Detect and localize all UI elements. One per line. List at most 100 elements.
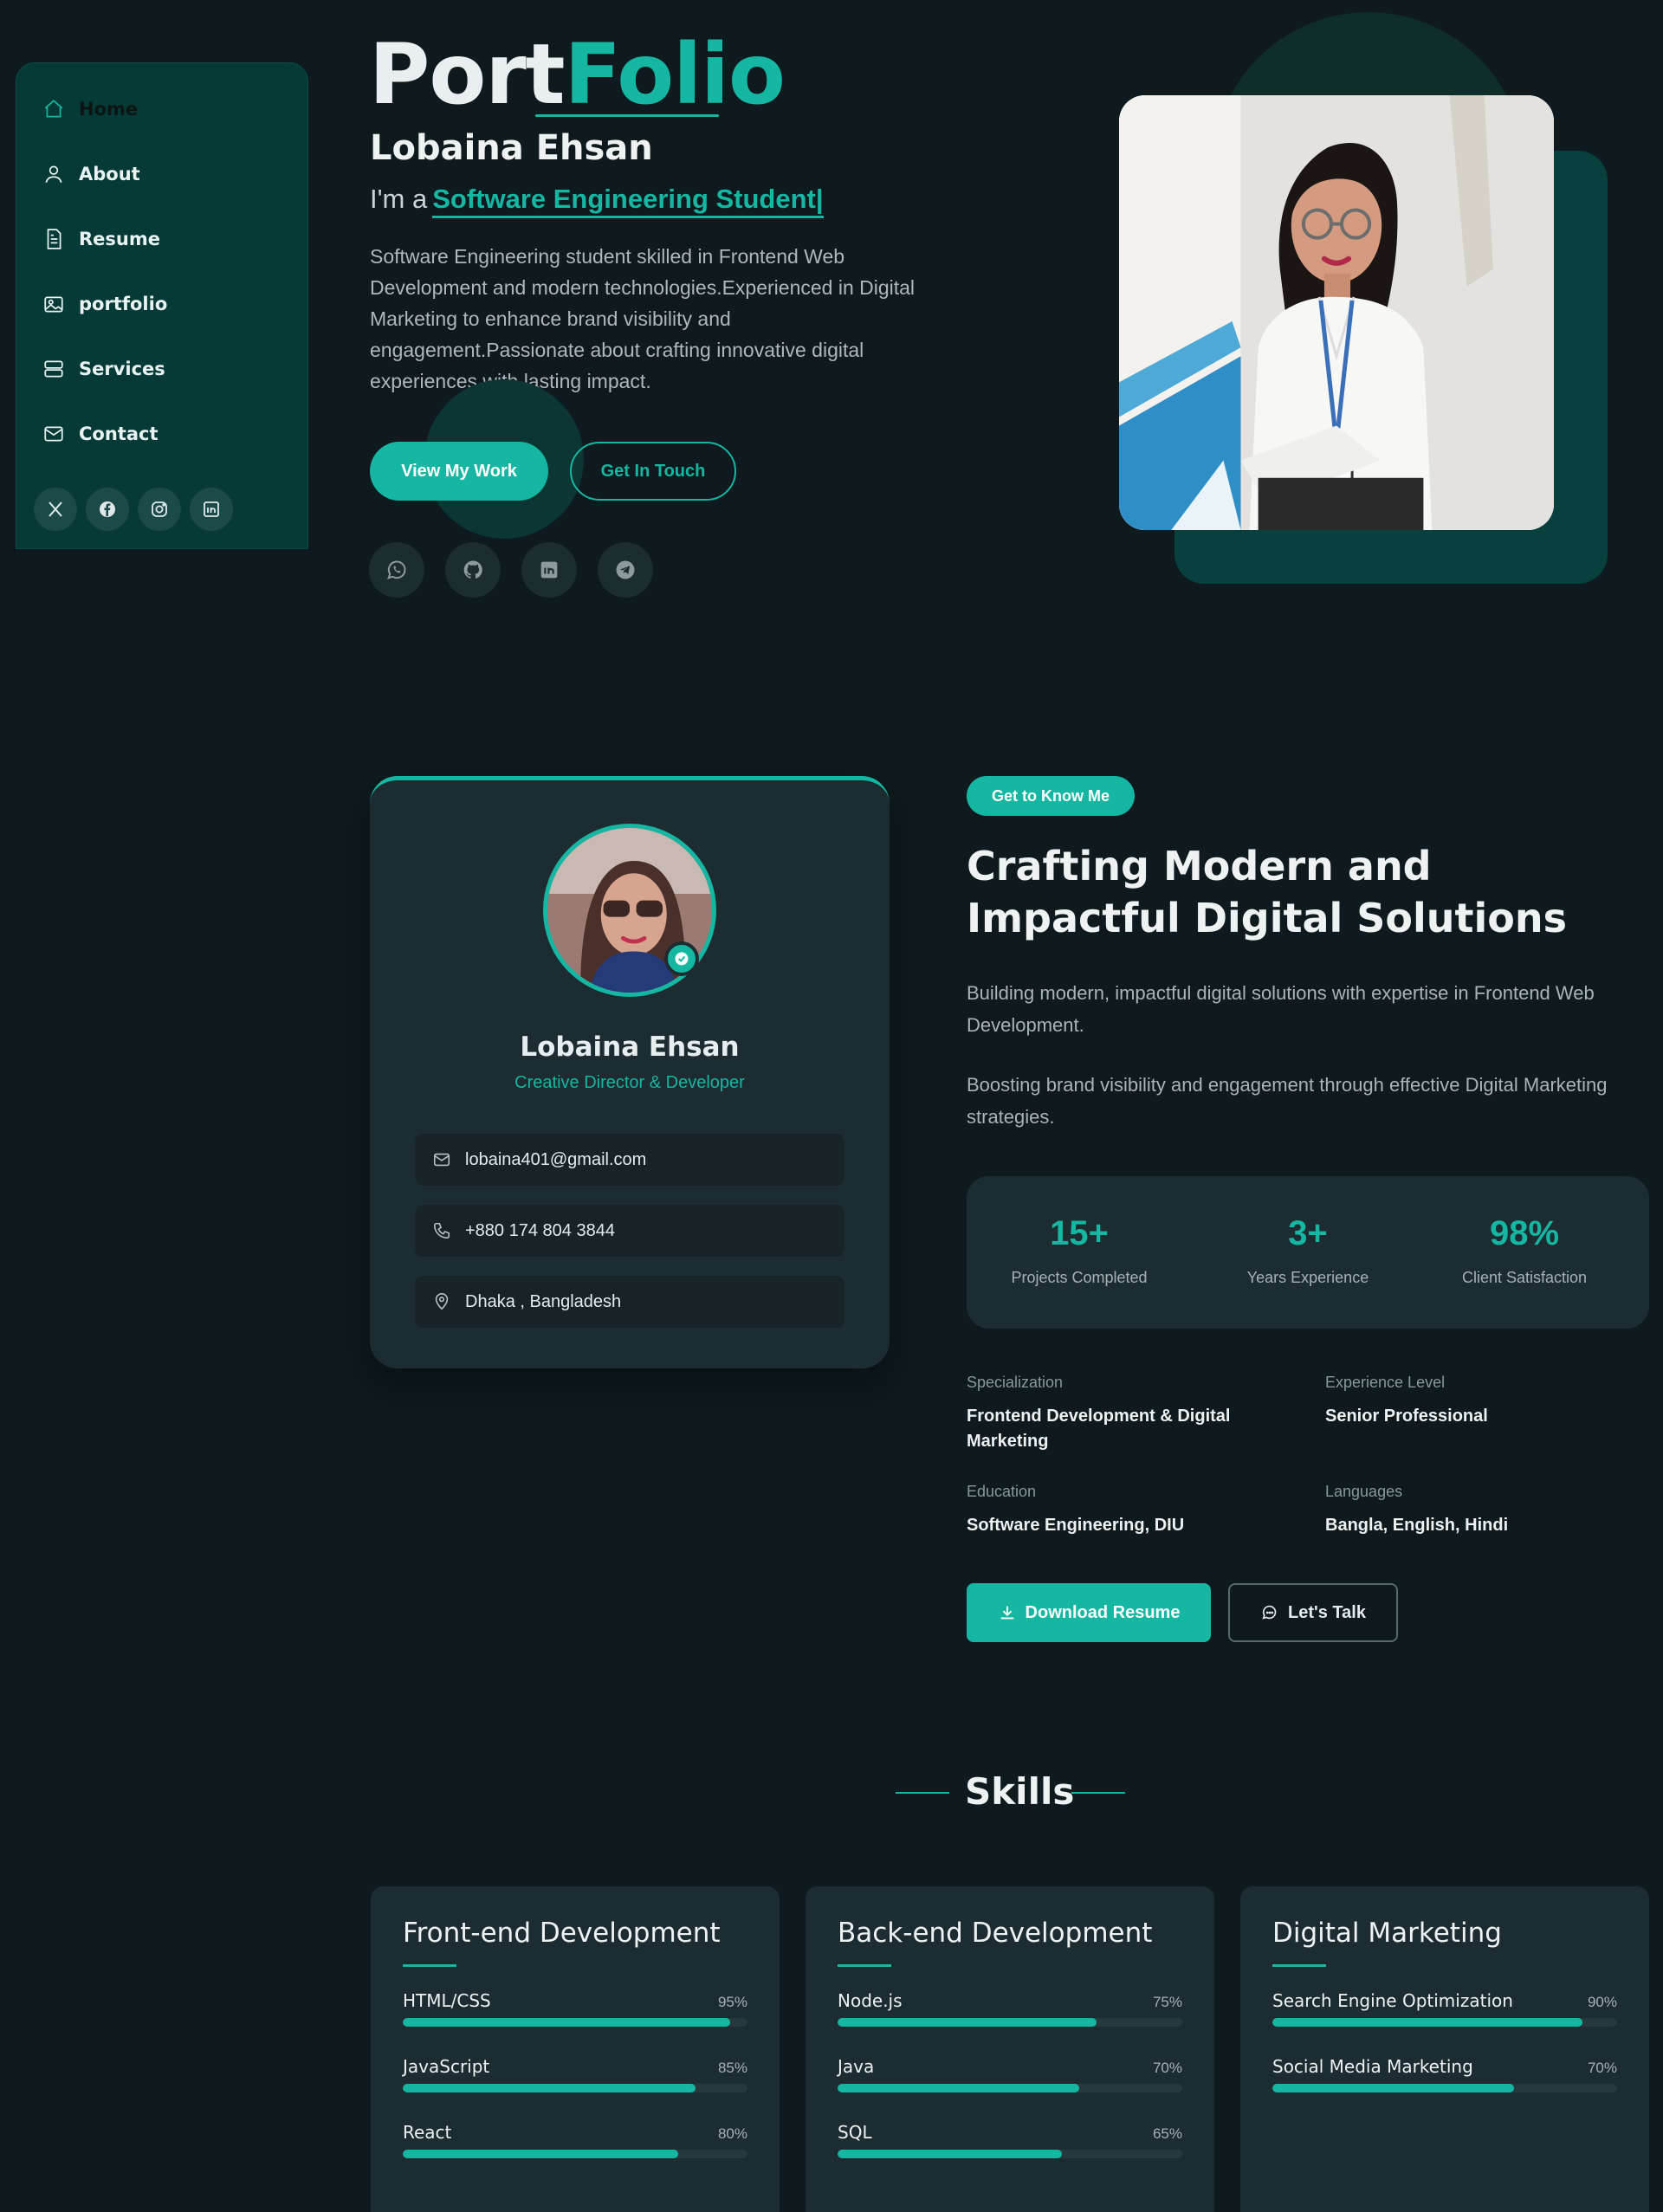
facebook-link[interactable] <box>86 488 129 531</box>
instagram-link[interactable] <box>138 488 181 531</box>
sidebar-item-label: Services <box>79 359 165 379</box>
sidebar-item-about[interactable]: About <box>42 163 140 185</box>
telegram-link[interactable] <box>598 542 653 598</box>
stat-satisfaction: 98% Client Satisfaction <box>1461 1214 1588 1286</box>
logo-underline <box>535 114 719 117</box>
skill-progress-track <box>1272 2018 1617 2027</box>
chat-icon <box>1262 1605 1277 1620</box>
skill-progress-track <box>838 2084 1182 2092</box>
skill-progress-fill <box>838 2150 1062 2158</box>
stat-experience: 3+ Years Experience <box>1246 1214 1369 1286</box>
linkedin-link[interactable] <box>521 542 577 598</box>
skill-card-underline <box>403 1964 456 1967</box>
instagram-icon <box>152 501 167 517</box>
profile-card: Lobaina Ehsan Creative Director & Develo… <box>370 776 890 1368</box>
lets-talk-button[interactable]: Let's Talk <box>1228 1583 1398 1642</box>
skill-nodejs: Node.js 75% <box>838 1990 1182 2027</box>
document-icon <box>47 229 61 249</box>
skill-card-frontend: Front-end Development HTML/CSS 95% JavaSc… <box>371 1886 780 2212</box>
sidebar-item-label: Home <box>79 99 139 120</box>
server-icon <box>44 360 63 378</box>
skill-react: React 80% <box>403 2122 747 2158</box>
skills-title-line-left <box>896 1792 949 1794</box>
hero-portrait-photo <box>1119 95 1554 530</box>
sidebar-item-resume[interactable]: Resume <box>42 228 160 250</box>
sidebar-item-label: Resume <box>79 229 160 249</box>
skills-title: Skills <box>965 1770 1075 1813</box>
sidebar-item-portfolio[interactable]: portfolio <box>42 293 167 315</box>
skills-title-line-right <box>1071 1792 1125 1794</box>
sidebar-item-home[interactable]: Home <box>42 98 138 120</box>
skill-progress-track <box>403 2084 747 2092</box>
sidebar-item-label: Contact <box>79 424 159 444</box>
typed-role: Software Engineering Student| <box>432 184 824 218</box>
skill-javascript: JavaScript 85% <box>403 2056 747 2092</box>
skill-progress-track <box>838 2150 1182 2158</box>
skill-java: Java 70% <box>838 2056 1182 2092</box>
about-paragraph-2: Boosting brand visibility and engagement… <box>967 1074 1608 1128</box>
x-icon <box>49 501 62 517</box>
hero-role: I'm a Software Engineering Student| <box>370 184 824 218</box>
detail-languages: Languages Bangla, English, Hindi <box>1325 1483 1509 1535</box>
whatsapp-link[interactable] <box>369 542 424 598</box>
detail-specialization: Specialization Frontend Development & Di… <box>967 1374 1231 1451</box>
detail-experience-level: Experience Level Senior Professional <box>1325 1374 1488 1426</box>
skill-progress-fill <box>1272 2084 1514 2092</box>
stats-panel: 15+ Projects Completed 3+ Years Experien… <box>967 1176 1649 1329</box>
view-my-work-button[interactable]: View My Work <box>370 442 548 501</box>
phone-icon <box>433 1222 450 1239</box>
telegram-icon <box>616 560 635 579</box>
skill-progress-fill <box>838 2084 1079 2092</box>
profile-location: Dhaka , Bangladesh <box>415 1276 844 1328</box>
github-link[interactable] <box>445 542 501 598</box>
hero-name: Lobaina Ehsan <box>370 128 653 168</box>
linkedin-icon <box>540 561 558 579</box>
get-to-know-badge: Get to Know Me <box>967 776 1135 816</box>
skill-progress-track <box>838 2018 1182 2027</box>
detail-education: Education Software Engineering, DIU <box>967 1483 1185 1535</box>
download-resume-button[interactable]: Download Resume <box>967 1583 1211 1642</box>
profile-role: Creative Director & Developer <box>514 1073 745 1092</box>
x-link[interactable] <box>34 488 77 531</box>
profile-phone[interactable]: +880 174 804 3844 <box>415 1205 844 1257</box>
skill-progress-track <box>403 2018 747 2027</box>
skill-progress-fill <box>403 2018 731 2027</box>
home-icon <box>44 100 63 118</box>
profile-email[interactable]: lobaina401@gmail.com <box>415 1134 844 1186</box>
skill-card-underline <box>1272 1964 1326 1967</box>
facebook-icon <box>100 501 115 517</box>
linkedin-link[interactable] <box>190 488 233 531</box>
site-logo[interactable]: PortFolio <box>369 26 786 123</box>
skill-progress-fill <box>1272 2018 1583 2027</box>
skill-card-title: Front-end Development <box>403 1918 721 1949</box>
skill-progress-fill <box>838 2018 1097 2027</box>
skill-card-title: Back-end Development <box>838 1918 1153 1949</box>
skill-progress-fill <box>403 2084 696 2092</box>
github-icon <box>463 560 482 579</box>
linkedin-icon <box>204 501 219 517</box>
skill-progress-track <box>1272 2084 1617 2092</box>
stat-projects: 15+ Projects Completed <box>1011 1214 1148 1286</box>
user-icon <box>45 165 62 184</box>
image-icon <box>44 296 63 313</box>
sidebar-item-contact[interactable]: Contact <box>42 423 159 445</box>
skill-html-css: HTML/CSS 95% <box>403 1990 747 2027</box>
profile-name: Lobaina Ehsan <box>520 1032 740 1063</box>
skill-card-underline <box>838 1964 891 1967</box>
skill-card-backend: Back-end Development Node.js 75% Java 70% … <box>806 1886 1214 2212</box>
get-in-touch-button[interactable]: Get In Touch <box>570 442 736 501</box>
mail-icon <box>433 1153 450 1167</box>
sidebar-item-services[interactable]: Services <box>42 358 165 380</box>
mail-icon <box>44 426 63 442</box>
download-icon <box>1000 1606 1013 1620</box>
skill-progress-track <box>403 2150 747 2158</box>
about-title: Crafting Modern and Impactful Digital So… <box>967 843 1568 941</box>
skill-seo: Search Engine Optimization 90% <box>1272 1990 1617 2027</box>
verified-badge-icon <box>664 941 699 976</box>
skill-social-media: Social Media Marketing 70% <box>1272 2056 1617 2092</box>
sidebar-social-links <box>34 488 233 531</box>
sidebar-item-label: About <box>79 164 140 184</box>
skill-sql: SQL 65% <box>838 2122 1182 2158</box>
sidebar-item-label: portfolio <box>79 294 168 314</box>
location-pin-icon <box>435 1293 449 1310</box>
